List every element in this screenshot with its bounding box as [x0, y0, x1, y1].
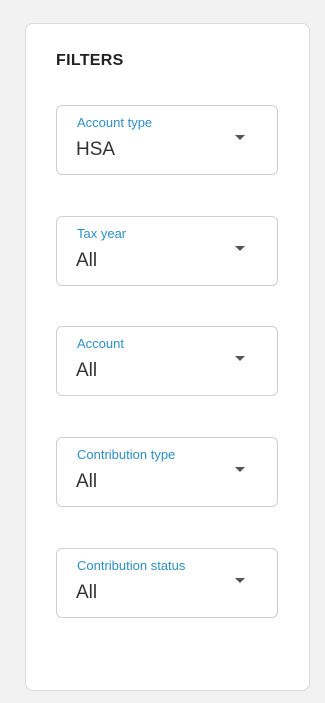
account-type-label: Account type	[77, 115, 153, 130]
caret-down-icon	[235, 356, 245, 361]
tax-year-value: All	[76, 250, 98, 271]
account-select[interactable]: Account All	[56, 326, 278, 396]
contribution-type-select[interactable]: Contribution type All	[56, 437, 278, 507]
account-label: Account	[77, 336, 124, 351]
filters-panel: FILTERS Account type HSA Tax year All Ac…	[25, 23, 310, 691]
account-type-select[interactable]: Account type HSA	[56, 105, 278, 175]
account-value: All	[76, 360, 98, 381]
caret-down-icon	[235, 578, 245, 583]
caret-down-icon	[235, 467, 245, 472]
account-type-value: HSA	[76, 139, 116, 160]
contribution-status-select[interactable]: Contribution status All	[56, 548, 278, 618]
contribution-status-value: All	[76, 582, 98, 603]
caret-down-icon	[235, 135, 245, 140]
contribution-status-label: Contribution status	[77, 558, 186, 573]
contribution-type-value: All	[76, 471, 98, 492]
tax-year-select[interactable]: Tax year All	[56, 216, 278, 286]
tax-year-label: Tax year	[77, 226, 127, 241]
caret-down-icon	[235, 246, 245, 251]
filters-title: FILTERS	[56, 52, 124, 69]
contribution-type-label: Contribution type	[77, 447, 176, 462]
